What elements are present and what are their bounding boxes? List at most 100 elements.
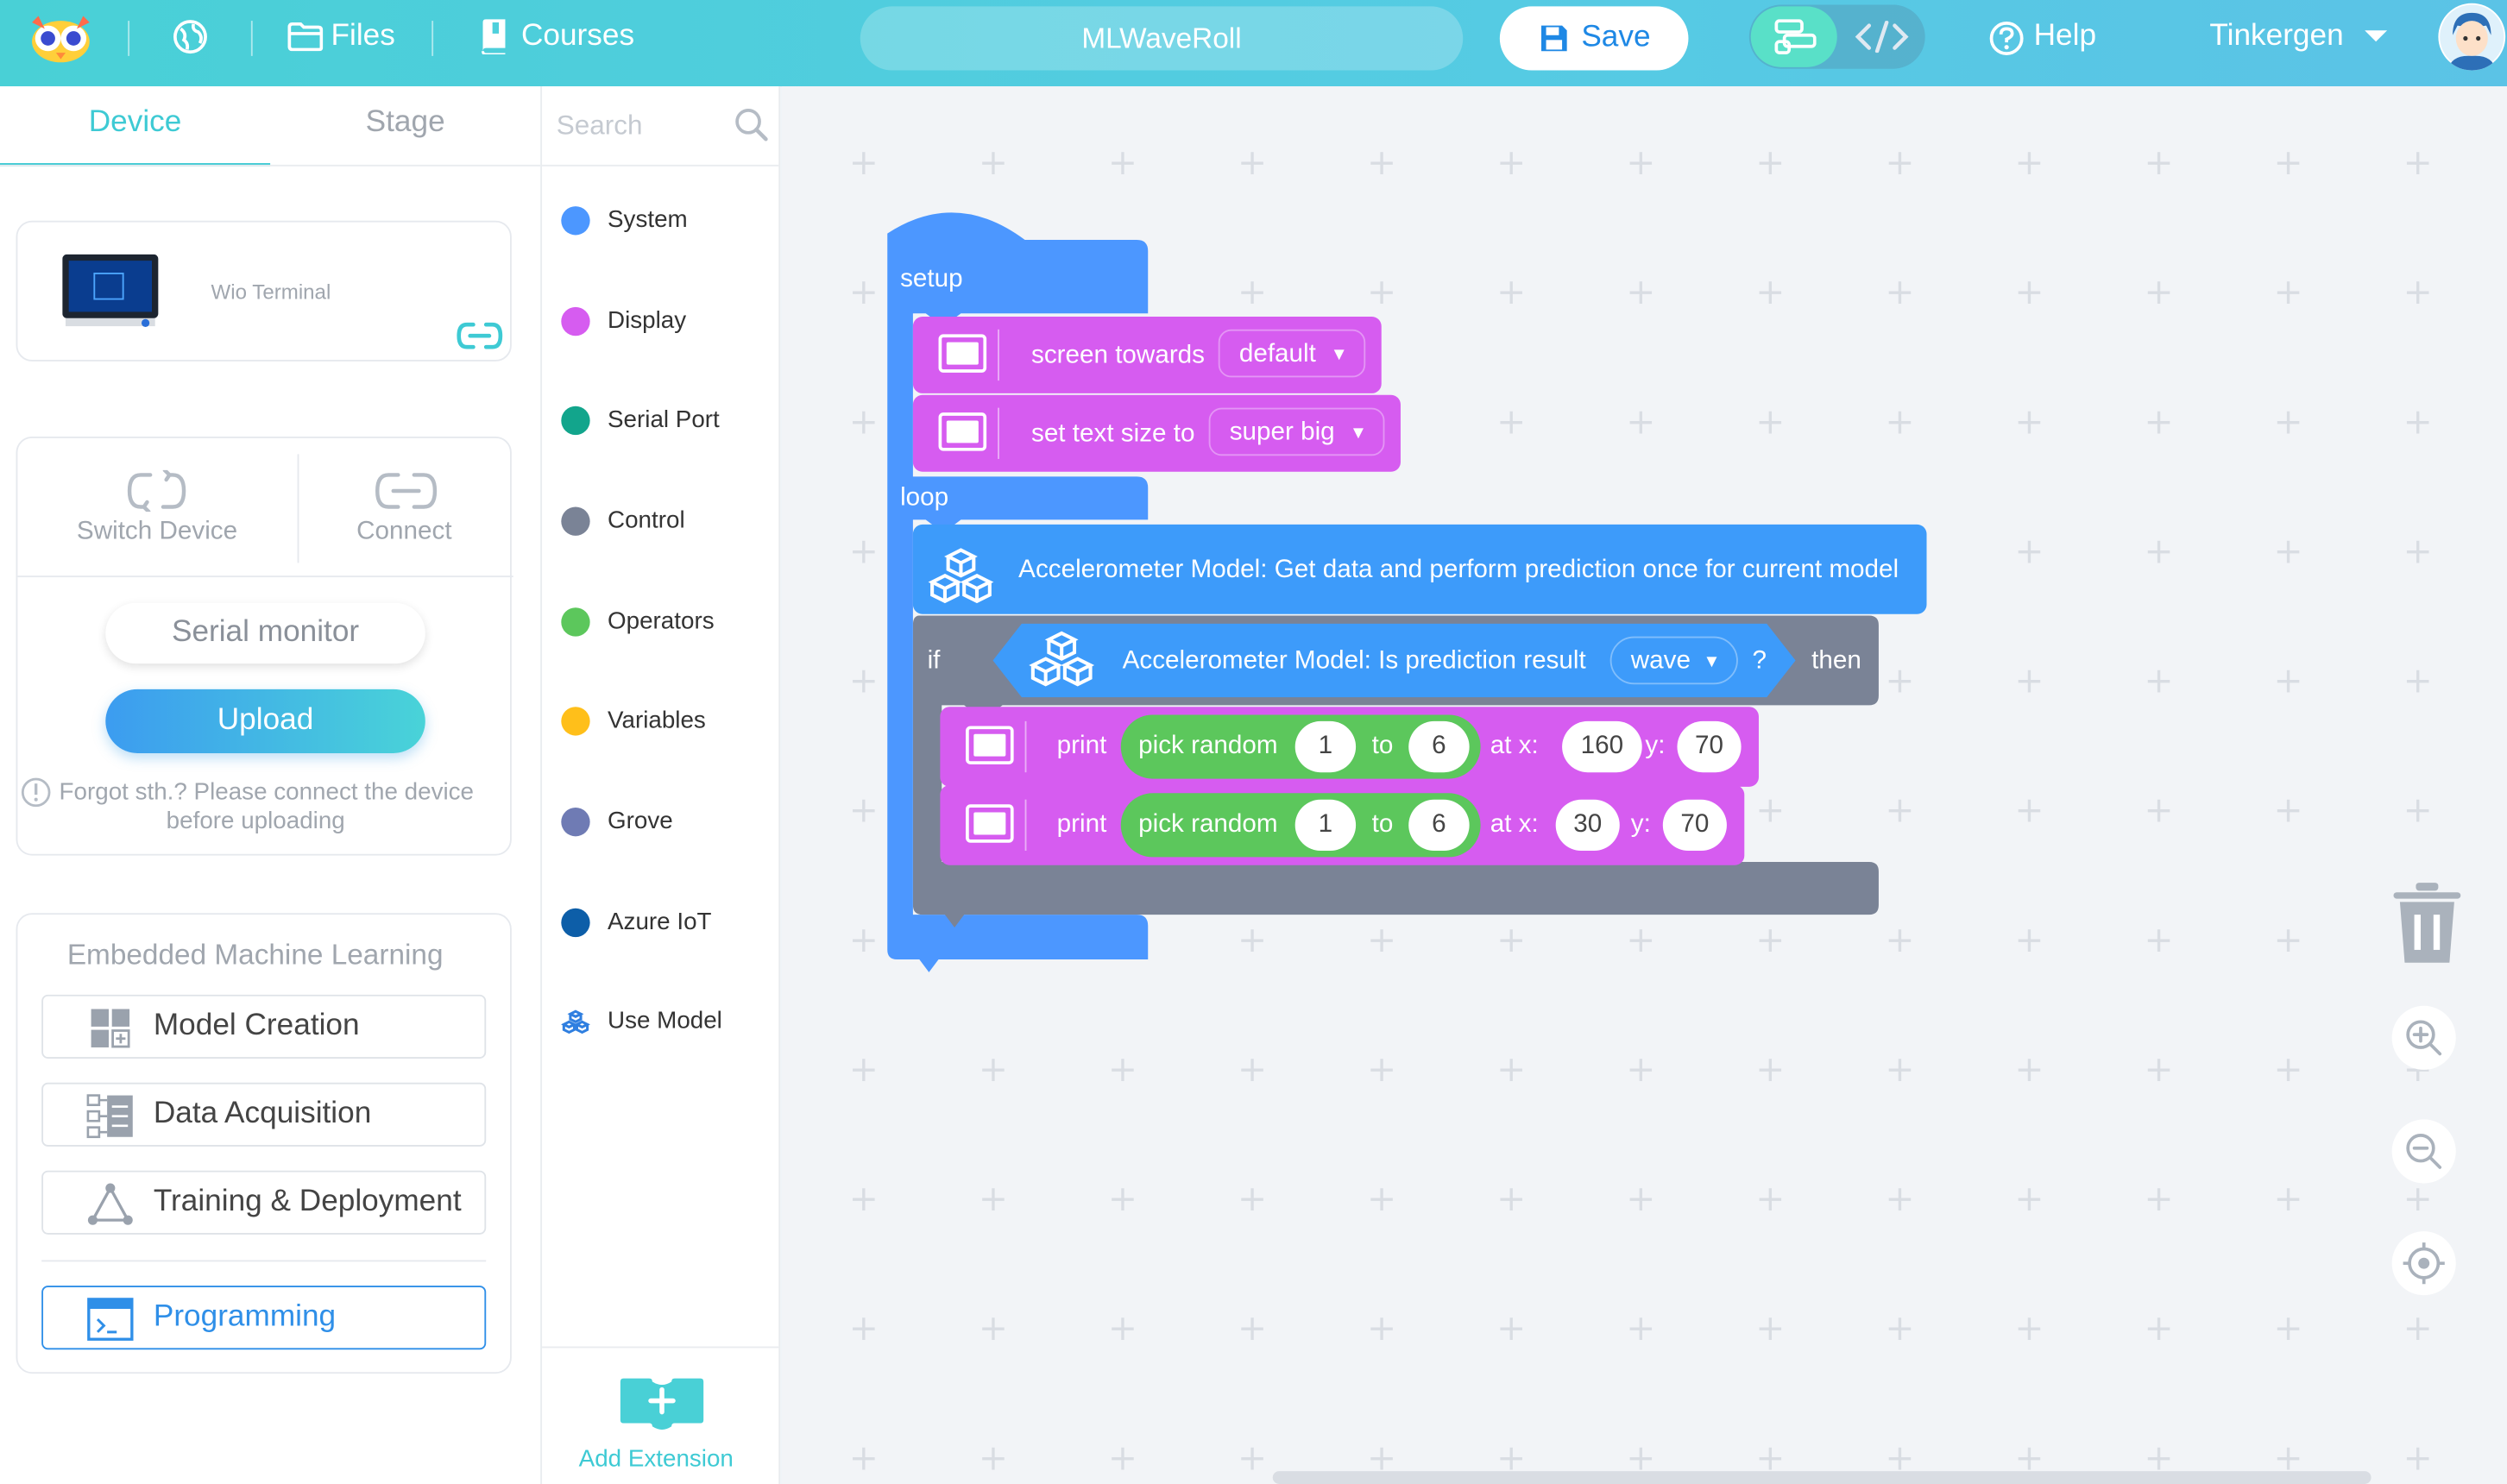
zoom-in-button[interactable] (2391, 1005, 2456, 1070)
user-name: Tinkergen (2209, 19, 2344, 53)
grid-mark: + (2014, 1179, 2044, 1221)
tab-divider (0, 164, 541, 167)
serial-monitor-button[interactable]: Serial monitor (105, 602, 425, 664)
grid-mark: + (1885, 1179, 1915, 1221)
category-label: Use Model (608, 1007, 722, 1035)
divider (17, 575, 513, 578)
grid-mark: + (2403, 532, 2433, 573)
connect-icon (375, 473, 438, 509)
grid-mark: + (2144, 273, 2174, 314)
tab-stage[interactable]: Stage (270, 105, 540, 141)
grid-mark: + (2403, 1439, 2433, 1480)
random-to-input[interactable]: 6 (1408, 720, 1470, 773)
recenter-button[interactable] (2391, 1231, 2456, 1296)
text-size-dropdown[interactable]: super big ▼ (1208, 407, 1385, 456)
grid-mark: + (2144, 143, 2174, 185)
search-icon[interactable] (734, 107, 769, 142)
pick-random-block[interactable]: pick random 1 to 6 (1120, 793, 1481, 858)
grid-mark: + (2144, 662, 2174, 702)
programming-item[interactable]: Programming (41, 1286, 487, 1350)
display-icon (966, 804, 1014, 843)
code-icon[interactable] (1855, 21, 1909, 53)
category-color-dot (561, 206, 590, 236)
project-name-field[interactable]: MLWaveRoll (860, 6, 1464, 71)
category-variables[interactable]: Variables (561, 702, 778, 740)
model-creation-item[interactable]: Model Creation (41, 994, 487, 1059)
category-system[interactable]: System (561, 202, 778, 240)
category-display[interactable]: Display (561, 302, 778, 340)
screen-direction-value: default (1238, 340, 1316, 368)
random-from-input[interactable]: 1 (1294, 720, 1357, 773)
prediction-condition-text: Accelerometer Model: Is prediction resul… (1122, 647, 1586, 676)
screen-towards-block[interactable]: screen towards default ▼ (912, 316, 1382, 393)
screen-direction-dropdown[interactable]: default ▼ (1218, 329, 1366, 378)
grid-mark: + (1237, 1439, 1268, 1480)
grid-mark: + (2144, 532, 2174, 573)
help-button[interactable]: Help (1989, 19, 2101, 57)
grid-mark: + (2014, 1050, 2044, 1091)
grid-mark: + (2014, 403, 2044, 443)
pick-random-block[interactable]: pick random 1 to 6 (1120, 714, 1481, 779)
random-from-input[interactable]: 1 (1294, 799, 1357, 852)
category-label: Azure IoT (608, 908, 712, 936)
set-text-size-block[interactable]: set text size to super big ▼ (912, 394, 1401, 472)
courses-menu[interactable]: Courses (480, 19, 639, 57)
search-input[interactable]: Search (557, 110, 643, 142)
grid-mark: + (2144, 1179, 2174, 1221)
y-input[interactable]: 70 (1677, 720, 1742, 773)
grid-mark: + (978, 1439, 1009, 1480)
grid-mark: + (2014, 662, 2044, 702)
connect-button[interactable]: Connect (299, 438, 513, 575)
category-use-model[interactable]: Use Model (561, 1003, 778, 1041)
grid-mark: + (848, 921, 879, 961)
block-workspace[interactable]: + + + + + + + + + + + + + + + + + + + + + + + + + + + + + + + + + + + + + + + +… (781, 86, 2507, 1484)
accelerometer-predict-block[interactable]: Accelerometer Model: Get data and perfor… (912, 524, 1927, 614)
device-card[interactable]: Wio Terminal (16, 220, 512, 362)
grid-mark: + (2403, 1179, 2433, 1221)
app-logo[interactable] (28, 13, 92, 64)
print-block-1[interactable]: print pick random 1 to 6 at x: 160 y: 70 (940, 707, 1759, 787)
category-azure-iot[interactable]: Azure IoT (561, 903, 778, 941)
blocks-mode-button[interactable] (1750, 6, 1837, 67)
x-input[interactable]: 160 (1562, 720, 1642, 773)
grid-mark: + (2144, 403, 2174, 443)
category-operators[interactable]: Operators (561, 603, 778, 641)
avatar[interactable] (2438, 3, 2506, 71)
screen-towards-text: screen towards (1030, 342, 1206, 370)
zoom-out-button[interactable] (2391, 1119, 2456, 1184)
display-icon (938, 412, 987, 451)
y-input[interactable]: 70 (1662, 799, 1727, 852)
category-control[interactable]: Control (561, 502, 778, 540)
save-button[interactable]: Save (1499, 6, 1689, 71)
trash-icon[interactable] (2390, 879, 2464, 965)
category-label: Variables (608, 707, 706, 734)
x-input[interactable]: 30 (1555, 799, 1620, 852)
tab-device[interactable]: Device (0, 105, 270, 141)
switch-device-button[interactable]: Switch Device (17, 438, 297, 575)
user-menu[interactable]: Tinkergen (2209, 19, 2395, 57)
training-deployment-item[interactable]: Training & Deployment (41, 1170, 487, 1235)
grid-mark: + (1885, 1050, 1915, 1091)
search-bar[interactable]: Search (542, 86, 779, 167)
category-serial-port[interactable]: Serial Port (561, 401, 778, 439)
files-menu[interactable]: Files (287, 19, 400, 57)
horizontal-scrollbar[interactable] (1272, 1471, 2372, 1484)
grid-mark: + (1755, 921, 1786, 961)
grid-mark: + (848, 273, 879, 314)
add-extension-button[interactable]: Add Extension (542, 1349, 778, 1484)
print-block-2[interactable]: print pick random 1 to 6 at x: 30 y: 70 (940, 785, 1745, 865)
prediction-result-dropdown[interactable]: wave ▼ (1609, 636, 1738, 685)
random-to-input[interactable]: 6 (1408, 799, 1470, 852)
grid-mark: + (848, 403, 879, 443)
grid-mark: + (2144, 1050, 2174, 1091)
grid-mark: + (1237, 143, 1268, 185)
grid-mark: + (978, 1179, 1009, 1221)
link-icon[interactable] (456, 322, 504, 350)
upload-button[interactable]: Upload (105, 689, 425, 753)
category-grove[interactable]: Grove (561, 802, 778, 840)
globe-icon[interactable] (173, 19, 208, 54)
grid-mark: + (2403, 1309, 2433, 1350)
data-acquisition-item[interactable]: Data Acquisition (41, 1082, 487, 1147)
training-deployment-label: Training & Deployment (153, 1185, 462, 1219)
mode-toggle[interactable] (1748, 4, 1925, 69)
